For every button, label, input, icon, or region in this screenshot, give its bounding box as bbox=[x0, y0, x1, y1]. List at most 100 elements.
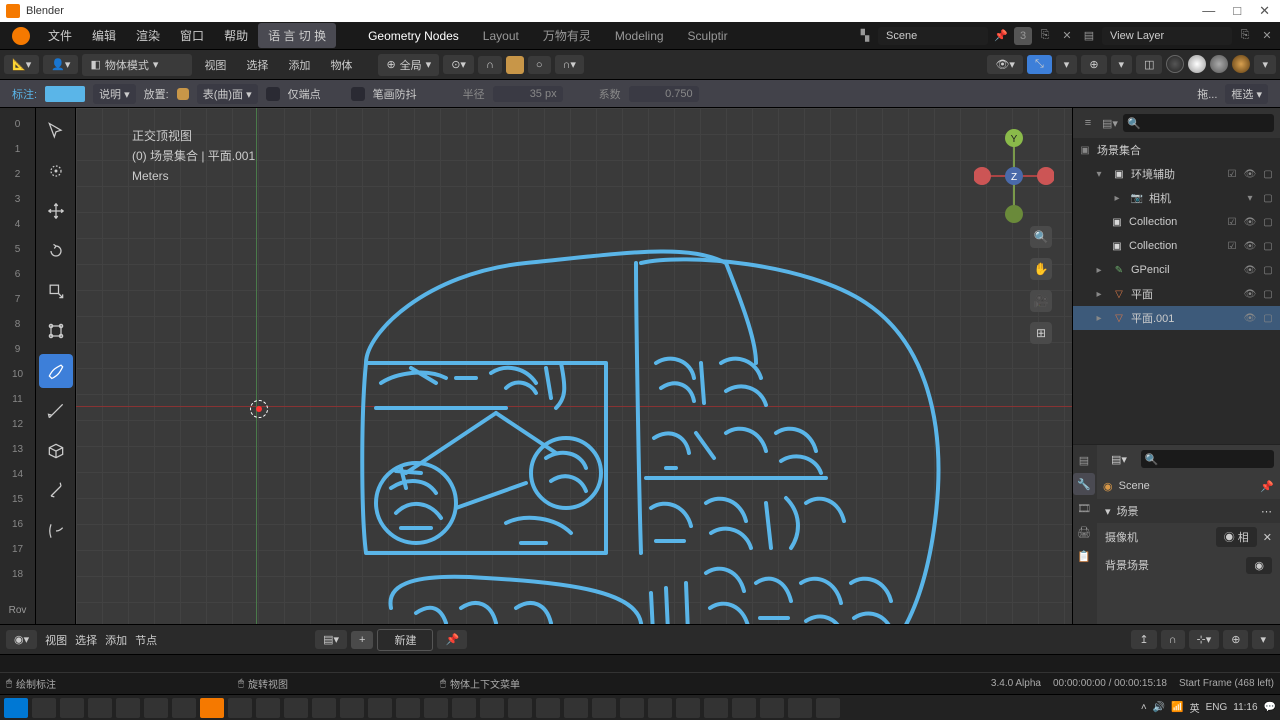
annot-box[interactable]: 框选 ▾ bbox=[1225, 84, 1268, 104]
tool-move[interactable] bbox=[39, 194, 73, 228]
delete-viewlayer-icon[interactable]: ✕ bbox=[1258, 27, 1276, 45]
camera-field[interactable]: ◉ 相 bbox=[1216, 527, 1257, 547]
task-app24[interactable] bbox=[816, 698, 840, 718]
camera-delete[interactable]: ✕ bbox=[1263, 531, 1272, 544]
close-button[interactable]: ✕ bbox=[1259, 3, 1270, 19]
prop-tab-output[interactable]: 🔧 bbox=[1073, 473, 1095, 495]
shading-solid[interactable] bbox=[1188, 55, 1206, 73]
proportional-toggle[interactable]: ○ bbox=[528, 56, 551, 74]
tray-lang[interactable]: ENG bbox=[1206, 702, 1228, 713]
pan-icon[interactable]: ✋ bbox=[1030, 258, 1052, 280]
menu-view[interactable]: 视图 bbox=[196, 54, 234, 76]
annot-desc[interactable]: 说明 ▾ bbox=[93, 84, 136, 104]
task-app21[interactable] bbox=[732, 698, 756, 718]
task-app14[interactable] bbox=[536, 698, 560, 718]
tool-shear[interactable] bbox=[39, 474, 73, 508]
shading-material[interactable] bbox=[1210, 55, 1228, 73]
outliner-scene-collection[interactable]: ▣ 场景集合 bbox=[1073, 138, 1280, 162]
node-parent-icon[interactable]: ↥ bbox=[1131, 630, 1156, 649]
annot-place-field[interactable]: 表(曲)面 ▾ bbox=[197, 84, 258, 104]
task-app7[interactable] bbox=[340, 698, 364, 718]
nav-gizmo[interactable]: Y Z bbox=[974, 126, 1054, 226]
node-browse-icon[interactable]: ▤▾ bbox=[315, 630, 347, 649]
3d-viewport[interactable]: 正交顶视图 (0) 场景集合 | 平面.001 Meters bbox=[76, 108, 1072, 624]
node-editor-icon[interactable]: ◉▾ bbox=[6, 630, 37, 649]
prop-tab-render[interactable]: ▤ bbox=[1073, 449, 1095, 471]
tool-cursor[interactable] bbox=[39, 154, 73, 188]
snap-target-icon[interactable] bbox=[506, 56, 524, 74]
outliner-item[interactable]: ▸✎ GPencil 👁▢ bbox=[1073, 258, 1280, 282]
node-snap-icon[interactable]: ∩ bbox=[1161, 630, 1185, 649]
proportional-falloff[interactable]: ∩▾ bbox=[555, 55, 584, 74]
start-button[interactable] bbox=[4, 698, 28, 718]
task-explorer[interactable] bbox=[88, 698, 112, 718]
annot-endpoints-check[interactable] bbox=[266, 87, 280, 101]
node-menu-node[interactable]: 节点 bbox=[135, 632, 157, 648]
tray-up-icon[interactable]: ˄ bbox=[1141, 702, 1147, 713]
maximize-button[interactable]: □ bbox=[1233, 3, 1241, 19]
bg-scene-field[interactable]: ◉ bbox=[1246, 557, 1272, 574]
snap-toggle[interactable]: ∩ bbox=[478, 56, 502, 74]
panel-scene[interactable]: ▾场景⋯ bbox=[1097, 499, 1280, 523]
annot-place-icon[interactable] bbox=[177, 88, 189, 100]
zoom-icon[interactable]: 🔍 bbox=[1030, 226, 1052, 248]
tool-add-cube[interactable] bbox=[39, 434, 73, 468]
prop-scene-name[interactable]: Scene bbox=[1119, 480, 1150, 492]
menu-help[interactable]: 帮助 bbox=[214, 23, 258, 48]
outliner-item[interactable]: ▸📷 相机 ▾▢ bbox=[1073, 186, 1280, 210]
tray-notif-icon[interactable]: 💬 bbox=[1264, 702, 1276, 713]
task-app2[interactable] bbox=[172, 698, 196, 718]
overlay-options[interactable]: ▾ bbox=[1111, 55, 1133, 74]
task-app12[interactable] bbox=[480, 698, 504, 718]
camera-view-icon[interactable]: 🎥 bbox=[1030, 290, 1052, 312]
shading-wireframe[interactable] bbox=[1166, 55, 1184, 73]
tray-wifi-icon[interactable]: 📶 bbox=[1171, 702, 1183, 713]
orientation-select[interactable]: ⊕ 全局 ▾ bbox=[378, 54, 439, 76]
tool-scale[interactable] bbox=[39, 274, 73, 308]
pivot-select[interactable]: ⊙▾ bbox=[443, 55, 474, 74]
task-edge[interactable] bbox=[116, 698, 140, 718]
outliner-item[interactable]: ▣ Collection ☑👁▢ bbox=[1073, 210, 1280, 234]
browse-scene-icon[interactable]: ▚ bbox=[856, 27, 874, 45]
prop-data-icon[interactable]: ▤▾ bbox=[1103, 450, 1135, 469]
outliner-item[interactable]: ▣ Collection ☑👁▢ bbox=[1073, 234, 1280, 258]
outliner-item[interactable]: ▾▣ 环境辅助 ☑👁▢ bbox=[1073, 162, 1280, 186]
menu-language[interactable]: 语 言 切 换 bbox=[258, 23, 336, 48]
outliner-search[interactable]: 🔍 bbox=[1123, 114, 1274, 132]
task-app4[interactable] bbox=[256, 698, 280, 718]
tab-layout[interactable]: Layout bbox=[471, 25, 531, 47]
viewlayer-field[interactable]: View Layer bbox=[1102, 27, 1232, 45]
task-app18[interactable] bbox=[648, 698, 672, 718]
prop-tab-scene[interactable]: 🎞 bbox=[1073, 497, 1095, 519]
perspective-icon[interactable]: ⊞ bbox=[1030, 322, 1052, 344]
outliner-display-icon[interactable]: ▤▾ bbox=[1101, 114, 1119, 132]
pin-scene-icon[interactable]: 📌 bbox=[992, 27, 1010, 45]
task-app23[interactable] bbox=[788, 698, 812, 718]
task-app6[interactable] bbox=[312, 698, 336, 718]
prop-tab-world[interactable]: 🖨 bbox=[1073, 521, 1095, 543]
tool-transform[interactable] bbox=[39, 314, 73, 348]
task-app5[interactable] bbox=[284, 698, 308, 718]
tool-rotate[interactable] bbox=[39, 234, 73, 268]
annot-stabilize-check[interactable] bbox=[351, 87, 365, 101]
delete-scene-icon[interactable]: ✕ bbox=[1058, 27, 1076, 45]
timeline[interactable] bbox=[0, 654, 1280, 672]
outliner-editor-icon[interactable]: ≡ bbox=[1079, 114, 1097, 132]
menu-edit[interactable]: 编辑 bbox=[82, 23, 126, 48]
task-app15[interactable] bbox=[564, 698, 588, 718]
menu-add[interactable]: 添加 bbox=[280, 54, 318, 76]
shading-options[interactable]: ▾ bbox=[1254, 55, 1276, 74]
xray-toggle[interactable]: ◫ bbox=[1136, 55, 1162, 74]
task-app13[interactable] bbox=[508, 698, 532, 718]
node-new-button[interactable]: 新建 bbox=[377, 629, 433, 651]
interaction-mode-icon[interactable]: 👤▾ bbox=[43, 55, 78, 74]
node-pin[interactable]: 📌 bbox=[437, 630, 467, 649]
minimize-button[interactable]: — bbox=[1202, 3, 1215, 19]
scene-users-badge[interactable]: 3 bbox=[1014, 27, 1032, 45]
node-menu-select[interactable]: 选择 bbox=[75, 632, 97, 648]
task-app19[interactable] bbox=[676, 698, 700, 718]
copy-scene-icon[interactable]: ⎘ bbox=[1036, 27, 1054, 45]
task-cortana[interactable] bbox=[60, 698, 84, 718]
tray-net-icon[interactable]: 🔊 bbox=[1153, 702, 1165, 713]
task-app10[interactable] bbox=[424, 698, 448, 718]
